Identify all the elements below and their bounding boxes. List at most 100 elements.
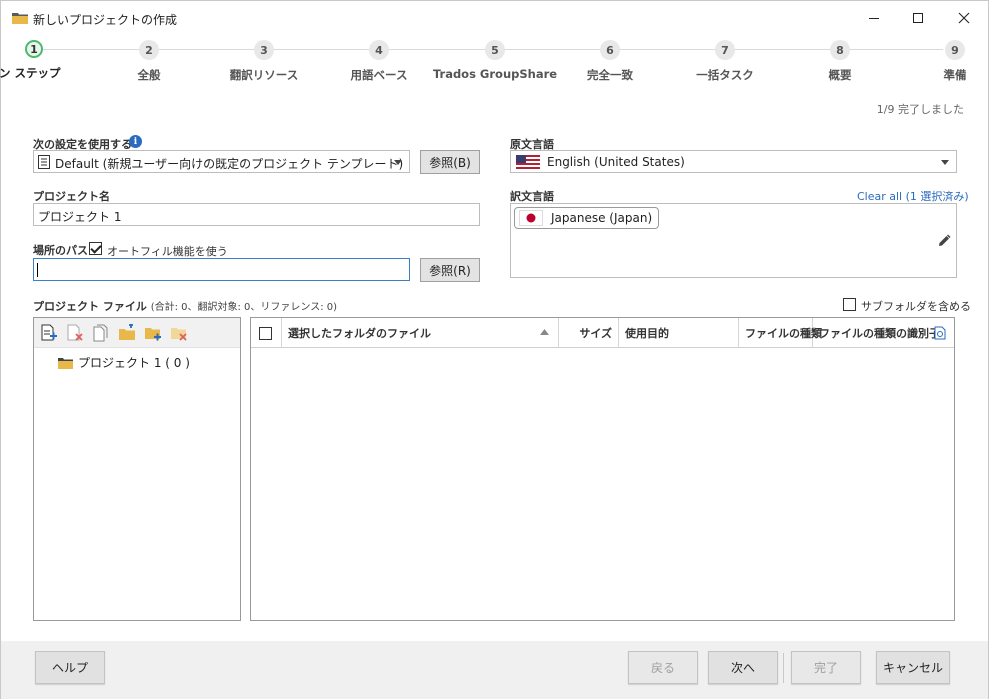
remove-folder-icon[interactable] xyxy=(170,324,188,342)
step-number: 5 xyxy=(485,40,505,60)
file-grid-header: 選択したフォルダのファイル サイズ 使用目的 ファイルの種類 ファイルの種類の識… xyxy=(251,318,954,348)
target-language-box[interactable]: Japanese (Japan) xyxy=(510,203,957,278)
select-all-column xyxy=(251,318,282,348)
step-label: 翻訳リソース xyxy=(229,68,299,82)
column-filetype-id-label: ファイルの種類の識別子 xyxy=(819,327,940,340)
project-name-label: プロジェクト名 xyxy=(33,190,110,203)
clear-all-link[interactable]: Clear all (1 選択済み) xyxy=(857,188,969,204)
maximize-button[interactable] xyxy=(895,1,941,35)
select-all-checkbox[interactable] xyxy=(259,326,272,340)
project-files-label: プロジェクト ファイル (合計: 0、翻訳対象: 0、リファレンス: 0) xyxy=(33,298,337,314)
copy-files-icon[interactable] xyxy=(92,324,110,342)
back-button[interactable]: 戻る xyxy=(628,651,698,684)
step-number: 8 xyxy=(830,40,850,60)
location-browse-button[interactable]: 参照(R) xyxy=(420,258,480,282)
finish-button[interactable]: 完了 xyxy=(791,651,861,684)
chevron-down-icon xyxy=(941,160,949,165)
close-button[interactable] xyxy=(941,1,987,35)
new-project-window: 新しいプロジェクトの作成 1 ワン ステップ 2 全般 3 翻訳リソース 4 用… xyxy=(0,0,989,699)
include-subfolders-label: サブフォルダを含める xyxy=(861,300,971,313)
step-number: 7 xyxy=(715,40,735,60)
add-folder-icon[interactable] xyxy=(118,324,136,342)
sort-ascending-icon xyxy=(540,329,549,335)
title-bar: 新しいプロジェクトの作成 xyxy=(1,1,988,35)
step-number: 3 xyxy=(254,40,274,60)
step-label: 一括タスク xyxy=(696,68,754,82)
column-files-label: 選択したフォルダのファイル xyxy=(288,327,431,340)
step-2[interactable]: 2 全般 xyxy=(84,39,214,83)
step-label: 用語ベース xyxy=(350,68,408,82)
autofill-checkbox[interactable] xyxy=(89,242,102,255)
tree-root-node[interactable]: プロジェクト 1 ( 0 ) xyxy=(58,354,190,371)
remove-files-icon[interactable] xyxy=(66,324,84,342)
progress-text: 1/9 完了しました xyxy=(876,103,964,116)
step-number: 9 xyxy=(945,40,965,60)
template-icon xyxy=(38,155,50,169)
project-folder-icon xyxy=(58,357,73,369)
step-label: Trados GroupShare xyxy=(432,67,558,81)
step-label: 準備 xyxy=(943,68,967,82)
location-label: 場所のパス xyxy=(33,244,88,257)
folder-tree-panel: プロジェクト 1 ( 0 ) xyxy=(33,317,241,621)
step-number: 2 xyxy=(139,40,159,60)
step-label: 完全一致 xyxy=(587,68,633,82)
window-title: 新しいプロジェクトの作成 xyxy=(33,13,178,27)
add-subfolder-icon[interactable] xyxy=(144,324,162,342)
step-7[interactable]: 7 一括タスク xyxy=(660,39,790,83)
tree-toolbar xyxy=(34,318,240,348)
source-language-dropdown[interactable]: English (United States) xyxy=(510,150,957,173)
footer-bar: ヘルプ 戻る 次へ 完了 キャンセル xyxy=(1,641,988,699)
target-language-label: 訳文言語 xyxy=(510,190,554,203)
cancel-button[interactable]: キャンセル xyxy=(876,651,950,684)
step-3[interactable]: 3 翻訳リソース xyxy=(199,39,329,83)
step-label: 全般 xyxy=(137,68,161,82)
column-filetype-id[interactable]: ファイルの種類の識別子 xyxy=(813,318,954,348)
japan-flag-icon xyxy=(519,210,543,226)
step-label: 概要 xyxy=(828,68,852,82)
column-files[interactable]: 選択したフォルダのファイル xyxy=(282,318,559,348)
column-usage[interactable]: 使用目的 xyxy=(619,318,739,348)
step-9[interactable]: 9 準備 xyxy=(890,39,989,83)
tree-root-label: プロジェクト 1 ( 0 ) xyxy=(78,356,190,370)
target-language-chip[interactable]: Japanese (Japan) xyxy=(514,207,660,229)
add-files-icon[interactable] xyxy=(40,324,58,342)
autofill-label: オートフィル機能を使う xyxy=(107,245,228,258)
chevron-down-icon xyxy=(394,160,402,165)
column-size[interactable]: サイズ xyxy=(559,318,619,348)
column-size-label: サイズ xyxy=(579,327,612,340)
next-button[interactable]: 次へ xyxy=(708,651,778,684)
step-number: 4 xyxy=(369,40,389,60)
wizard-stepper: 1 ワン ステップ 2 全般 3 翻訳リソース 4 用語ベース 5 Trados… xyxy=(0,39,989,89)
footer-separator xyxy=(783,653,784,683)
template-value: Default (新規ユーザー向けの既定のプロジェクト テンプレート) xyxy=(55,157,404,171)
step-4[interactable]: 4 用語ベース xyxy=(314,39,444,83)
close-icon xyxy=(958,12,970,24)
minimize-button[interactable] xyxy=(851,1,897,35)
template-dropdown[interactable]: Default (新規ユーザー向けの既定のプロジェクト テンプレート) xyxy=(33,150,410,173)
column-usage-label: 使用目的 xyxy=(625,327,669,340)
project-name-input[interactable]: プロジェクト 1 xyxy=(33,203,480,226)
project-files-counts: (合計: 0、翻訳対象: 0、リファレンス: 0) xyxy=(150,302,338,313)
step-6[interactable]: 6 完全一致 xyxy=(545,39,675,83)
info-icon[interactable]: i xyxy=(129,135,142,148)
us-flag-icon xyxy=(516,155,540,169)
column-filetype-label: ファイルの種類 xyxy=(745,327,822,340)
folder-icon xyxy=(12,13,28,24)
maximize-icon xyxy=(913,13,923,23)
text-caret xyxy=(37,263,38,277)
project-name-value: プロジェクト 1 xyxy=(38,210,122,224)
minimize-icon xyxy=(869,18,879,19)
target-language-value: Japanese (Japan) xyxy=(551,211,653,225)
project-files-title: プロジェクト ファイル xyxy=(33,300,147,313)
column-chooser-icon[interactable] xyxy=(934,326,946,340)
location-input[interactable] xyxy=(33,258,410,281)
step-5[interactable]: 5 Trados GroupShare xyxy=(430,39,560,81)
step-8[interactable]: 8 概要 xyxy=(775,39,905,83)
template-browse-button[interactable]: 参照(B) xyxy=(420,150,480,174)
step-number: 1 xyxy=(25,40,43,58)
include-subfolders-checkbox[interactable] xyxy=(843,298,856,311)
help-button[interactable]: ヘルプ xyxy=(35,651,105,684)
pencil-icon[interactable] xyxy=(937,234,951,248)
column-filetype[interactable]: ファイルの種類 xyxy=(739,318,822,348)
source-language-value: English (United States) xyxy=(547,155,685,169)
